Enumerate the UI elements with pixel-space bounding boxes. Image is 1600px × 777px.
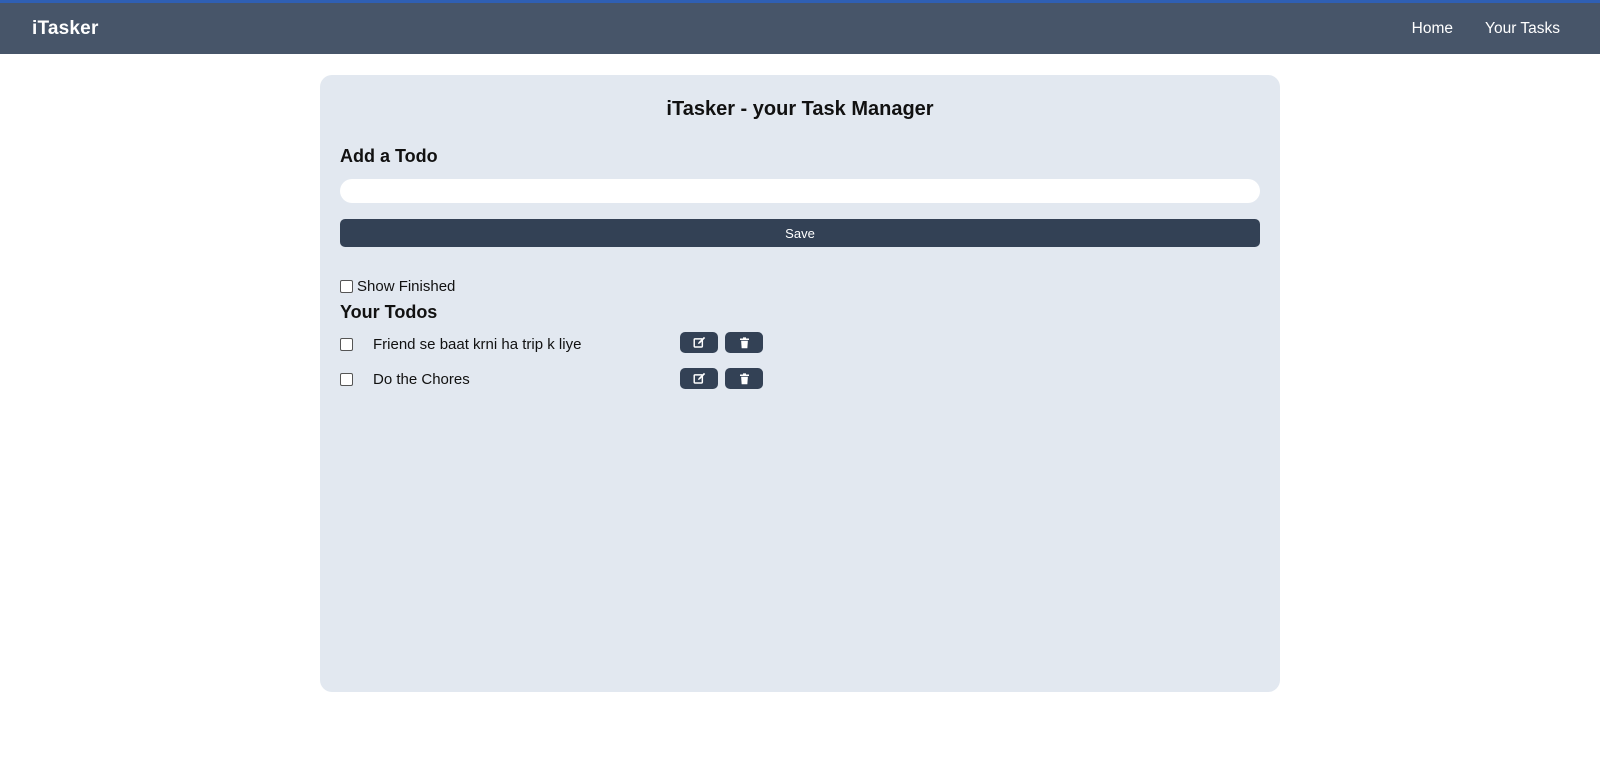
todo-checkbox[interactable]	[340, 337, 353, 351]
todo-text: Do the Chores	[373, 370, 470, 388]
show-finished-label: Show Finished	[357, 278, 456, 295]
edit-button[interactable]	[680, 332, 718, 353]
todo-text: Friend se baat krni ha trip k liye	[373, 335, 582, 353]
trash-icon	[739, 372, 750, 385]
add-todo-heading: Add a Todo	[340, 146, 438, 166]
page-title: iTasker - your Task Manager	[666, 98, 934, 120]
todo-input[interactable]	[340, 179, 1260, 203]
nav-link-home[interactable]: Home	[1412, 20, 1453, 38]
edit-icon	[692, 372, 706, 385]
edit-icon	[692, 336, 706, 349]
delete-button[interactable]	[725, 368, 763, 389]
delete-button[interactable]	[725, 332, 763, 353]
todo-item: Friend se baat krni ha trip k liye	[340, 333, 581, 355]
task-card: iTasker - your Task Manager Add a Todo S…	[320, 75, 1280, 692]
your-todos-heading: Your Todos	[340, 302, 438, 322]
navbar: iTasker Home Your Tasks	[0, 3, 1600, 54]
edit-button[interactable]	[680, 368, 718, 389]
trash-icon	[739, 336, 750, 349]
todo-checkbox[interactable]	[340, 372, 353, 386]
nav-link-your-tasks[interactable]: Your Tasks	[1485, 20, 1560, 38]
save-button[interactable]: Save	[340, 219, 1260, 247]
nav-links: Home Your Tasks	[1380, 20, 1560, 38]
todo-item: Do the Chores	[340, 368, 470, 390]
show-finished-checkbox[interactable]	[340, 280, 353, 293]
show-finished-toggle[interactable]: Show Finished	[340, 278, 455, 295]
brand-logo[interactable]: iTasker	[32, 18, 99, 40]
